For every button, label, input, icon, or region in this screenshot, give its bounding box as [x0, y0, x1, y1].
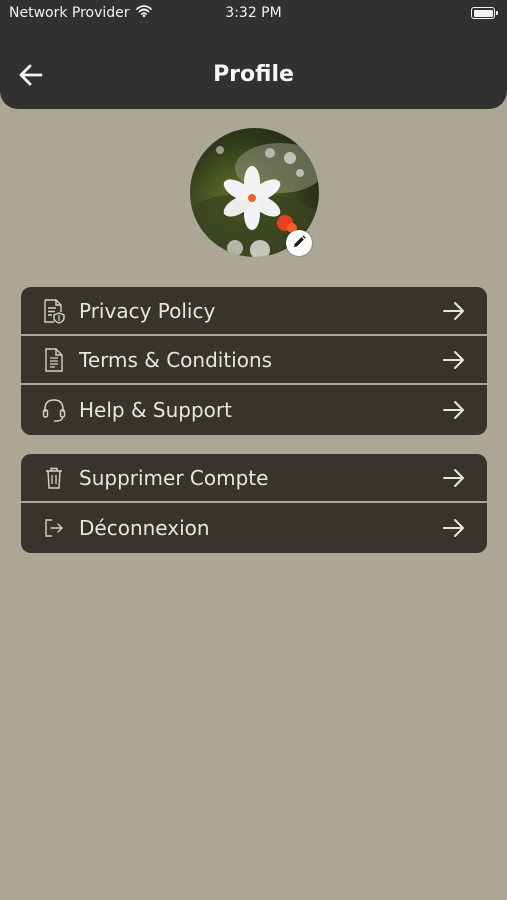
arrow-right-icon	[441, 397, 467, 423]
arrow-right-icon	[441, 465, 467, 491]
privacy-document-icon	[41, 298, 67, 324]
arrow-right-icon	[441, 515, 467, 541]
headset-icon	[41, 397, 67, 423]
menu-group-account: Supprimer Compte Déconnexion	[21, 454, 487, 553]
privacy-policy-item[interactable]: Privacy Policy	[21, 287, 487, 336]
profile-avatar[interactable]	[190, 128, 319, 257]
arrow-right-icon	[441, 347, 467, 373]
edit-avatar-button[interactable]	[286, 230, 312, 256]
status-bar: Network Provider 3:32 PM	[0, 0, 507, 28]
logout-icon	[41, 515, 67, 541]
menu-item-label: Help & Support	[79, 398, 232, 422]
document-lines-icon	[41, 347, 67, 373]
app-header: Network Provider 3:32 PM Profile	[0, 0, 507, 109]
logout-item[interactable]: Déconnexion	[21, 503, 487, 553]
help-support-item[interactable]: Help & Support	[21, 385, 487, 435]
status-time: 3:32 PM	[225, 5, 282, 21]
trash-icon	[41, 465, 67, 491]
arrow-right-icon	[441, 298, 467, 324]
page-title: Profile	[213, 62, 294, 87]
terms-conditions-item[interactable]: Terms & Conditions	[21, 336, 487, 385]
menu-item-label: Déconnexion	[79, 516, 210, 540]
menu-group-info: Privacy Policy Terms & Conditions Help &…	[21, 287, 487, 435]
menu-item-label: Terms & Conditions	[79, 347, 273, 372]
pencil-icon	[292, 234, 306, 253]
delete-account-item[interactable]: Supprimer Compte	[21, 454, 487, 503]
menu-item-label: Privacy Policy	[79, 298, 216, 323]
menu-item-label: Supprimer Compte	[79, 465, 269, 490]
battery-icon	[471, 7, 498, 19]
